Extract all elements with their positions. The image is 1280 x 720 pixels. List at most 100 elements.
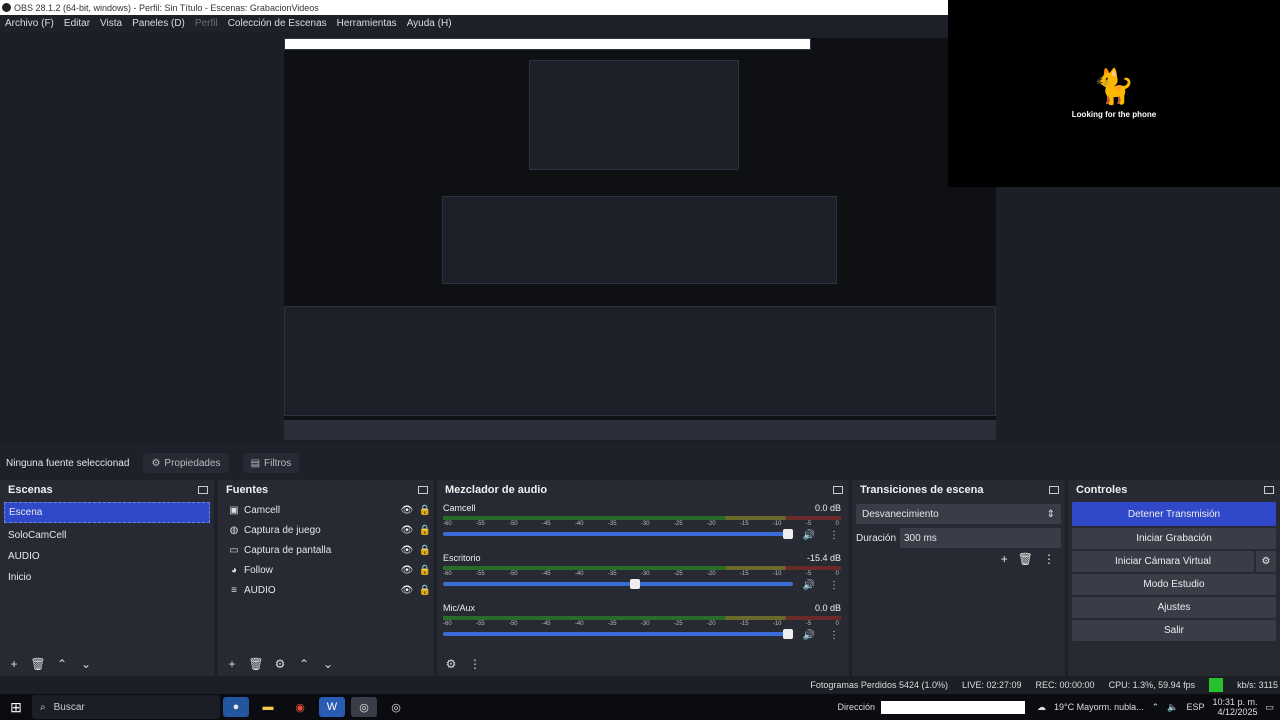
undock-icon[interactable] — [418, 486, 428, 494]
properties-button[interactable]: ⚙ Propiedades — [143, 453, 229, 473]
obs-second-icon[interactable]: ◎ — [383, 697, 409, 717]
source-list: ▣ Camcell 👁 🔒 ◍ Captura de juego 👁 🔒 ▭ Captura de… — [218, 500, 434, 600]
word-icon[interactable]: W — [319, 697, 345, 717]
duration-input[interactable]: 300 ms — [900, 528, 1061, 548]
remove-transition-button[interactable]: 🗑 — [1018, 552, 1033, 566]
remove-scene-button[interactable]: 🗑 — [30, 657, 46, 671]
volume-slider[interactable] — [443, 579, 793, 589]
channel-menu-icon[interactable]: ⋮ — [829, 580, 839, 591]
obs-logo-icon — [2, 3, 11, 12]
remove-source-button[interactable]: 🗑 — [248, 657, 264, 671]
visibility-eye-icon[interactable]: 👁 — [398, 565, 416, 576]
scene-item[interactable]: AUDIO — [0, 546, 214, 567]
source-item[interactable]: ≡ AUDIO 👁 🔒 — [218, 580, 434, 600]
settings-button[interactable]: Ajustes — [1072, 597, 1276, 618]
source-settings-button[interactable]: ⚙ — [272, 657, 288, 671]
scene-item[interactable]: SoloCamCell — [0, 525, 214, 546]
speaker-icon[interactable]: 🔊 — [803, 630, 815, 641]
source-toolbar: Ninguna fuente seleccionad ⚙ Propiedades … — [0, 450, 1280, 476]
advanced-audio-button[interactable]: ⚙ — [443, 657, 459, 671]
lock-icon[interactable]: 🔒 — [416, 565, 434, 576]
speaker-icon[interactable]: 🔈 — [1167, 702, 1178, 713]
move-up-button[interactable]: ⌃ — [54, 657, 70, 671]
source-item[interactable]: ▭ Captura de pantalla 👁 🔒 — [218, 540, 434, 560]
channel-menu-icon[interactable]: ⋮ — [829, 630, 839, 641]
menu-item[interactable]: Archivo (F) — [5, 18, 54, 29]
add-scene-button[interactable]: + — [6, 657, 22, 671]
undock-icon[interactable] — [1264, 486, 1274, 494]
meter-tick: -15 — [739, 571, 749, 577]
lock-icon[interactable]: 🔒 — [416, 545, 434, 556]
globe-icon: ◕ — [230, 564, 238, 576]
source-item[interactable]: ◍ Captura de juego 👁 🔒 — [218, 520, 434, 540]
stream-health-indicator — [1209, 678, 1224, 692]
scene-item[interactable]: Escena — [4, 502, 210, 523]
camera-icon: ▣ — [229, 504, 239, 516]
stop-stream-button[interactable]: Detener Transmisión — [1072, 502, 1276, 526]
volume-slider[interactable] — [443, 529, 793, 539]
channel-db: -15.4 dB — [806, 553, 841, 563]
scene-item[interactable]: Inicio — [0, 567, 214, 588]
undock-icon[interactable] — [1049, 486, 1059, 494]
slider-handle[interactable] — [630, 579, 640, 589]
menu-item[interactable]: Colección de Escenas — [228, 18, 327, 29]
lock-icon[interactable]: 🔒 — [416, 525, 434, 536]
program-preview[interactable] — [284, 38, 996, 440]
exit-button[interactable]: Salir — [1072, 620, 1276, 641]
obs-taskbar-icon[interactable]: ◎ — [351, 697, 377, 717]
visibility-eye-icon[interactable]: 👁 — [398, 525, 416, 536]
lock-icon[interactable]: 🔒 — [416, 585, 434, 596]
start-recording-button[interactable]: Iniciar Grabación — [1072, 528, 1276, 549]
menu-item[interactable]: Perfil — [195, 18, 218, 29]
speaker-icon[interactable]: 🔊 — [803, 530, 815, 541]
start-virtual-camera-button[interactable]: Iniciar Cámara Virtual — [1072, 551, 1254, 572]
menu-item[interactable]: Herramientas — [337, 18, 397, 29]
weather-icon[interactable]: ☁ — [1037, 702, 1046, 713]
virtual-camera-settings-icon[interactable]: ⚙ — [1256, 551, 1276, 572]
slider-handle[interactable] — [783, 529, 793, 539]
windows-start-icon[interactable]: ⊞ — [0, 699, 32, 716]
slider-handle[interactable] — [783, 629, 793, 639]
move-down-button[interactable]: ⌄ — [78, 657, 94, 671]
transition-select[interactable]: Desvanecimiento ⇕ — [856, 504, 1061, 524]
undock-icon[interactable] — [198, 486, 208, 494]
visibility-eye-icon[interactable]: 👁 — [398, 505, 416, 516]
add-source-button[interactable]: + — [224, 657, 240, 671]
transition-menu-button[interactable]: ⋮ — [1043, 552, 1055, 566]
clock[interactable]: 10:31 p. m. 4/12/2025 — [1212, 697, 1257, 717]
channel-menu-icon[interactable]: ⋮ — [829, 530, 839, 541]
meter-scale: -60 -55 -50 -45 -40 -35 -30 -25 -20 -15 -10 -5 0 — [443, 571, 839, 577]
menu-item[interactable]: Paneles (D) — [132, 18, 185, 29]
address-input[interactable] — [881, 700, 1026, 714]
studio-mode-button[interactable]: Modo Estudio — [1072, 574, 1276, 595]
add-transition-button[interactable]: + — [1001, 552, 1008, 566]
chevron-up-icon[interactable]: ⌃ — [1152, 702, 1160, 713]
notification-icon[interactable]: ▭ — [1265, 702, 1274, 713]
move-down-button[interactable]: ⌄ — [320, 657, 336, 671]
source-item[interactable]: ▣ Camcell 👁 🔒 — [218, 500, 434, 520]
channel-db: 0.0 dB — [814, 503, 841, 513]
volume-slider[interactable] — [443, 629, 793, 639]
menu-item[interactable]: Vista — [100, 18, 122, 29]
visibility-eye-icon[interactable]: 👁 — [398, 545, 416, 556]
lock-icon[interactable]: 🔒 — [416, 505, 434, 516]
meter-tick: -30 — [640, 621, 650, 627]
filters-button[interactable]: ▤ Filtros — [242, 453, 300, 473]
lang-indicator[interactable]: ESP — [1186, 702, 1204, 712]
source-item[interactable]: ◕ Follow 👁 🔒 — [218, 560, 434, 580]
undock-icon[interactable] — [833, 486, 843, 494]
move-up-button[interactable]: ⌃ — [296, 657, 312, 671]
menu-item[interactable]: Editar — [64, 18, 90, 29]
visibility-eye-icon[interactable]: 👁 — [398, 585, 416, 596]
gear-icon: ⚙ — [151, 457, 161, 469]
menu-item[interactable]: Ayuda (H) — [407, 18, 452, 29]
meter-tick: -30 — [640, 521, 650, 527]
taskbar-search[interactable]: ⌕ Buscar — [32, 695, 220, 719]
copilot-icon[interactable]: ● — [223, 697, 249, 717]
file-explorer-icon[interactable]: ▬ — [255, 697, 281, 717]
meter-tick: -50 — [508, 621, 518, 627]
mixer-menu-button[interactable]: ⋮ — [467, 657, 483, 671]
chrome-icon[interactable]: ◉ — [287, 697, 313, 717]
speaker-icon[interactable]: 🔊 — [803, 580, 815, 591]
status-bar: Fotogramas Perdidos 5424 (1.0%) LIVE: 02… — [0, 676, 1280, 694]
